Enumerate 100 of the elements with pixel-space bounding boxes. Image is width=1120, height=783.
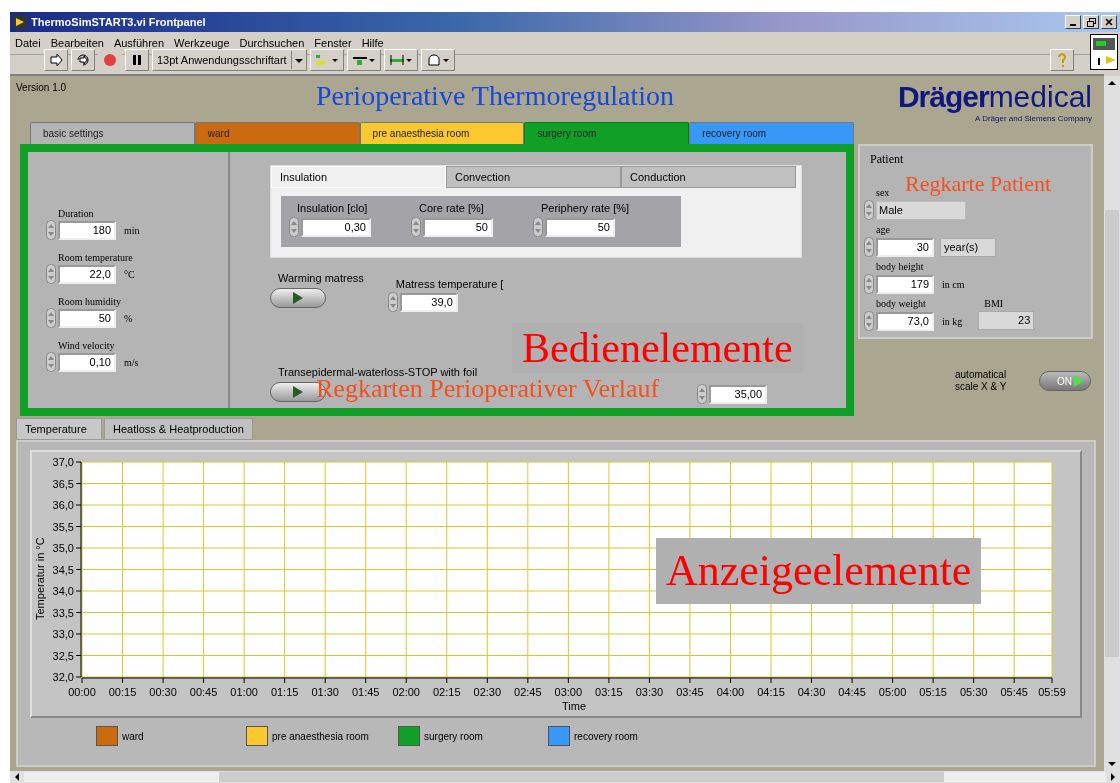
menu-item[interactable]: Datei [15, 37, 41, 49]
field-label: Room humidity [58, 296, 123, 307]
pause-icon[interactable] [125, 49, 149, 71]
number-field[interactable]: 35,00 [709, 384, 768, 404]
spinner-icon[interactable] [289, 217, 299, 237]
axis-tick-label: 00:30 [149, 686, 177, 698]
spinner-icon[interactable] [46, 352, 56, 372]
axis-title: Time [562, 700, 587, 712]
align-icon[interactable] [309, 49, 344, 71]
resize-icon[interactable] [383, 49, 418, 71]
axis-tick-label: 02:30 [473, 686, 502, 698]
axis-tick-label: 05:59 [1038, 686, 1066, 698]
field-label: BMI [984, 298, 1005, 309]
axis-tick-label: 04:45 [838, 686, 866, 698]
tab[interactable]: Temperature [16, 418, 102, 440]
restore-button[interactable] [1083, 15, 1099, 29]
unit-label: in cm [942, 278, 965, 290]
spinner-icon[interactable] [864, 311, 874, 331]
unit-label: min [124, 224, 140, 236]
spinner-icon[interactable] [387, 292, 398, 312]
tab[interactable]: Heatloss & Heatproduction [104, 418, 253, 440]
switch-label: Transepidermal-waterloss-STOP with foil [277, 366, 478, 378]
axis-tick-label: 36,5 [52, 477, 74, 490]
axis-tick-label: 04:15 [757, 686, 785, 698]
axis-title: Temperatur in °C [34, 537, 46, 620]
font-dropdown[interactable]: 13pt Anwendungsschriftart [152, 49, 307, 71]
close-icon [1105, 18, 1113, 26]
axis-tick-label: 02:45 [514, 686, 542, 698]
room-tab[interactable]: pre anaesthesia room [359, 122, 525, 144]
number-field[interactable]: 39,0 [399, 292, 458, 312]
unit-indicator: year(s) [940, 237, 996, 257]
axis-tick-label: 36,0 [52, 499, 74, 511]
spinner-icon[interactable] [411, 217, 421, 237]
menu-item[interactable]: Durchsuchen [239, 37, 305, 49]
horizontal-scrollbar[interactable] [10, 771, 1120, 783]
number-field[interactable]: 50 [58, 308, 116, 328]
annotation-label: Regkarte Patient [905, 172, 1051, 196]
toggle-switch[interactable] [270, 288, 326, 308]
close-button[interactable] [1101, 15, 1117, 29]
unit-label: in kg [942, 315, 963, 327]
tab[interactable]: Convection [446, 166, 621, 188]
logo-wordmark: Dräger [897, 80, 989, 114]
axis-tick-label: 33,0 [52, 628, 74, 640]
field-label: Duration [58, 208, 95, 219]
number-field[interactable]: 73,0 [876, 311, 934, 331]
menu-item[interactable]: Hilfe [361, 37, 384, 49]
axis-tick-label: 03:45 [676, 686, 704, 698]
spinner-icon[interactable] [864, 237, 874, 257]
axis-tick-label: 01:45 [351, 686, 380, 698]
spinner-icon[interactable] [864, 200, 874, 220]
axis-tick-label: 05:15 [919, 686, 947, 698]
field-label: Room temperature [58, 252, 134, 263]
menu-item[interactable]: Fenster [314, 37, 352, 49]
minimize-button[interactable] [1065, 15, 1081, 29]
axis-tick-label: 33,5 [52, 606, 74, 619]
unit-label: °C [124, 268, 135, 280]
axis-tick-label: 01:15 [270, 686, 299, 698]
logo-wordmark: medical [988, 80, 1092, 114]
room-tab[interactable]: basic settings [30, 122, 195, 144]
menu-item[interactable]: Werkzeuge [174, 37, 230, 49]
axis-tick-label: 05:45 [1000, 686, 1028, 698]
room-tab[interactable]: ward [194, 122, 360, 144]
menu-item[interactable]: Ausführen [113, 37, 165, 49]
tab[interactable]: Insulation [271, 166, 446, 188]
axis-tick-label: 00:00 [68, 686, 96, 698]
run-continuously-icon[interactable] [71, 49, 95, 71]
axis-tick-label: 34,0 [52, 585, 74, 597]
field-label: body height [876, 261, 925, 272]
spinner-icon[interactable] [533, 217, 543, 237]
number-field[interactable]: 180 [58, 220, 116, 240]
version-label: Version 1.0 [16, 82, 67, 93]
number-field[interactable]: 0,30 [301, 217, 371, 237]
number-field[interactable]: 30 [876, 237, 934, 257]
menu-item[interactable]: Bearbeiten [50, 37, 104, 49]
number-field[interactable]: 50 [545, 217, 615, 237]
axis-tick-label: 04:00 [716, 686, 745, 698]
panel-title: Perioperative Thermoregulation [316, 80, 674, 112]
spinner-icon[interactable] [46, 264, 56, 284]
number-field[interactable]: 0,10 [58, 352, 116, 372]
spinner-icon[interactable] [697, 384, 708, 404]
help-icon[interactable] [1050, 49, 1074, 71]
room-tab[interactable]: surgery room [524, 122, 690, 144]
spinner-icon[interactable] [46, 308, 56, 328]
logo-tagline: A Dräger and Siemens Company [975, 114, 1092, 123]
sex-selector[interactable]: Male [876, 200, 966, 220]
number-field[interactable]: 22,0 [58, 264, 116, 284]
annotation-label: Anzeigeelemente [656, 538, 982, 604]
spinner-icon[interactable] [46, 220, 56, 240]
panel-title: Patient [870, 152, 905, 167]
legend-label: pre anaesthesia room [272, 730, 369, 742]
distribute-icon[interactable] [346, 49, 381, 71]
reorder-icon[interactable] [420, 49, 455, 71]
field-label: Core rate [%] [418, 202, 485, 214]
vertical-scrollbar[interactable] [1104, 76, 1120, 771]
tab[interactable]: Conduction [621, 166, 796, 188]
room-tab[interactable]: recovery room [689, 122, 854, 144]
number-field[interactable]: 50 [423, 217, 493, 237]
number-field[interactable]: 179 [876, 274, 934, 294]
axis-tick-label: 35,0 [52, 542, 74, 554]
spinner-icon[interactable] [864, 274, 874, 294]
